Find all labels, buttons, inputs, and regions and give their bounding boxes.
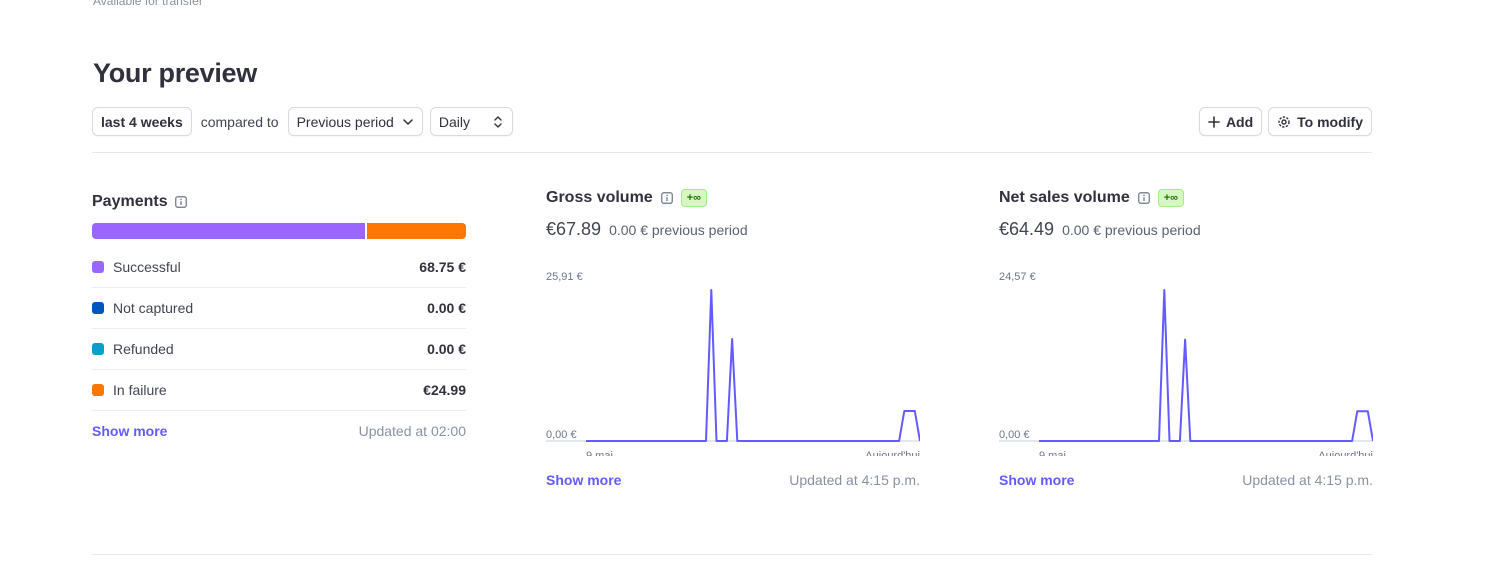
payments-row-value: 68.75 €: [419, 259, 466, 275]
gross-volume-chart[interactable]: 25,91 € 0,00 € 9 mai Aujourd'hui: [546, 260, 920, 456]
net-sales-header: Net sales volume +∞: [999, 189, 1373, 207]
gross-volume-header: Gross volume +∞: [546, 189, 920, 207]
payments-show-more-link[interactable]: Show more: [92, 423, 167, 439]
net-sales-card: Net sales volume +∞ €64.49 0.00 € previo…: [999, 189, 1373, 488]
payments-title-row: Payments: [92, 193, 466, 211]
date-range-label: last 4 weeks: [101, 113, 183, 130]
payments-bar-segment: [366, 223, 466, 239]
add-button[interactable]: Add: [1198, 107, 1263, 136]
payments-row-label: Not captured: [92, 300, 193, 316]
compare-period-value: Previous period: [296, 113, 394, 130]
payments-row[interactable]: Not captured 0.00 €: [92, 288, 466, 329]
gross-amount: €67.89: [546, 219, 602, 239]
x-axis-start-label: 9 mai: [1039, 450, 1066, 456]
legend-swatch: [92, 261, 104, 273]
add-label: Add: [1225, 113, 1254, 130]
info-icon[interactable]: [1137, 192, 1150, 204]
gross-footer: Show more Updated at 4:15 p.m.: [546, 472, 920, 488]
y-axis-max-label: 24,57 €: [999, 271, 1036, 283]
gross-volume-card: Gross volume +∞ €67.89 0.00 € previous p…: [546, 189, 920, 488]
gross-amount-row: €67.89 0.00 € previous period: [546, 219, 920, 240]
payments-bar-segment: [92, 223, 365, 239]
gross-change-badge: +∞: [680, 189, 707, 207]
available-balance-caption: Available for transfer: [93, 0, 203, 8]
legend-swatch: [92, 343, 104, 355]
date-range-button[interactable]: last 4 weeks: [92, 107, 192, 136]
payments-row-text: Refunded: [113, 341, 174, 357]
compare-period-select[interactable]: Previous period: [287, 107, 423, 136]
legend-swatch: [92, 302, 104, 314]
gross-show-more-link[interactable]: Show more: [546, 472, 621, 488]
net-show-more-link[interactable]: Show more: [999, 472, 1074, 488]
series-line: [1039, 289, 1373, 442]
header-divider: [92, 152, 1372, 153]
y-axis-min-label: 0,00 €: [999, 429, 1030, 441]
net-sales-title: Net sales volume: [999, 189, 1130, 206]
modify-label: To modify: [1297, 113, 1363, 130]
payments-row-text: Successful: [113, 259, 181, 275]
payments-row[interactable]: Successful 68.75 €: [92, 247, 466, 288]
interval-value: Daily: [438, 113, 470, 130]
info-icon[interactable]: [660, 192, 673, 204]
net-previous-period: 0.00 € previous period: [1062, 222, 1201, 238]
net-amount-row: €64.49 0.00 € previous period: [999, 219, 1373, 240]
payments-row-value: 0.00 €: [427, 341, 466, 357]
net-footer: Show more Updated at 4:15 p.m.: [999, 472, 1373, 488]
plus-icon: [1208, 115, 1220, 128]
x-axis-end-label: Aujourd'hui: [1318, 450, 1373, 456]
compared-to-text: compared to: [200, 113, 279, 130]
net-sales-chart-svg: 24,57 € 0,00 € 9 mai Aujourd'hui: [999, 271, 1373, 456]
net-change-badge: +∞: [1157, 189, 1184, 207]
net-amount: €64.49: [999, 219, 1055, 239]
y-axis-max-label: 25,91 €: [546, 271, 583, 283]
page-title: Your preview: [93, 58, 257, 88]
payments-row-value: 0.00 €: [427, 300, 466, 316]
payments-title: Payments: [92, 193, 168, 210]
toolbar-actions: Add To modify: [1198, 107, 1372, 136]
bottom-divider: [92, 554, 1372, 555]
payments-row-text: In failure: [113, 382, 167, 398]
payments-breakdown-bar: [92, 223, 466, 239]
payments-footer: Show more Updated at 02:00: [92, 423, 466, 439]
payments-row[interactable]: In failure €24.99: [92, 370, 466, 411]
interval-select[interactable]: Daily: [429, 107, 513, 136]
filter-bar: last 4 weeks compared to Previous period…: [92, 107, 513, 136]
payments-row-text: Not captured: [113, 300, 194, 316]
payments-row-label: In failure: [92, 382, 167, 398]
net-updated-text: Updated at 4:15 p.m.: [1242, 472, 1373, 488]
payments-row-label: Successful: [92, 259, 181, 275]
x-axis-start-label: 9 mai: [586, 450, 613, 456]
legend-swatch: [92, 384, 104, 396]
info-icon[interactable]: [174, 196, 187, 208]
net-sales-chart[interactable]: 24,57 € 0,00 € 9 mai Aujourd'hui: [999, 260, 1373, 456]
payments-row-value: €24.99: [423, 382, 466, 398]
gross-volume-title: Gross volume: [546, 189, 653, 206]
gross-updated-text: Updated at 4:15 p.m.: [789, 472, 920, 488]
payments-row-label: Refunded: [92, 341, 174, 357]
payments-updated-text: Updated at 02:00: [358, 423, 466, 439]
sort-arrows-icon: [492, 115, 504, 129]
payments-card: Payments Successful 68.75 € Not captured 0.…: [84, 193, 474, 439]
payments-row[interactable]: Refunded 0.00 €: [84, 329, 474, 370]
modify-button[interactable]: To modify: [1268, 107, 1372, 136]
gross-previous-period: 0.00 € previous period: [609, 222, 748, 238]
payments-list: Successful 68.75 € Not captured 0.00 € Refun…: [84, 247, 474, 411]
gross-volume-chart-svg: 25,91 € 0,00 € 9 mai Aujourd'hui: [546, 271, 920, 456]
gear-icon: [1278, 115, 1290, 128]
series-line: [586, 289, 920, 442]
y-axis-min-label: 0,00 €: [546, 429, 577, 441]
x-axis-end-label: Aujourd'hui: [865, 450, 920, 456]
chevron-down-icon: [402, 116, 414, 128]
